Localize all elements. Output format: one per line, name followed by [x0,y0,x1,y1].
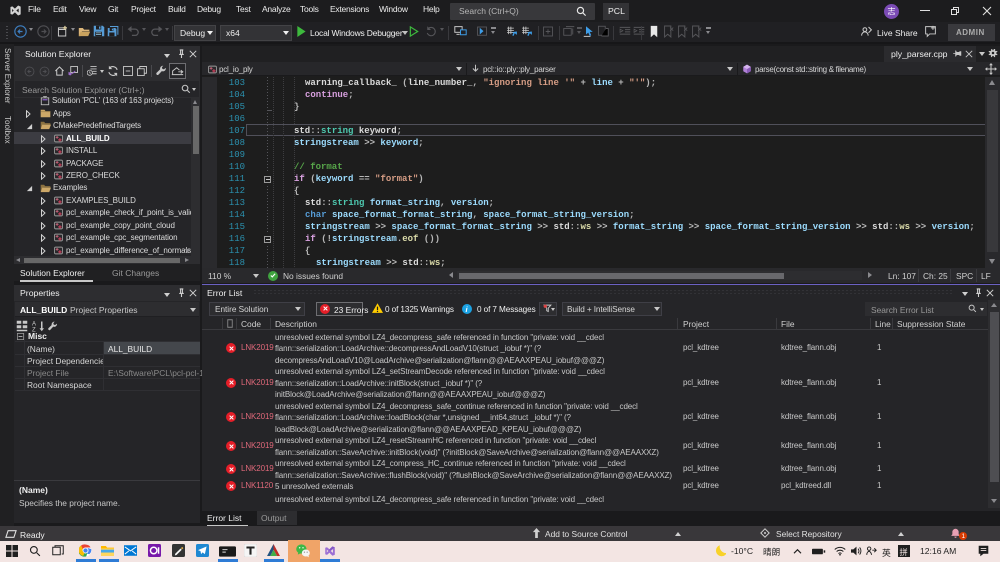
svg-text:A: A [32,321,36,327]
